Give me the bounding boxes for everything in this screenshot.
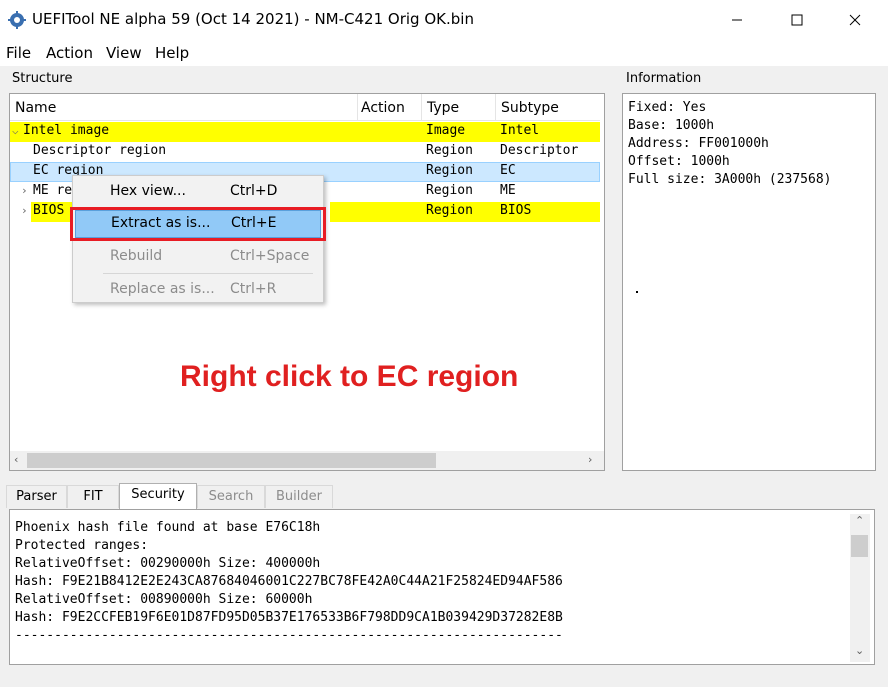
menu-item-shortcut: Ctrl+D	[230, 183, 278, 199]
scrollbar-thumb[interactable]	[27, 453, 436, 468]
info-line: Address: FF001000h	[628, 136, 769, 151]
tree-cell-type: Region	[426, 183, 473, 198]
tree-cell-type: Region	[426, 163, 473, 178]
minimize-button[interactable]	[714, 0, 760, 40]
scroll-down-icon[interactable]: ⌄	[855, 644, 864, 657]
tree-cell-subtype: ME	[500, 183, 516, 198]
column-name[interactable]: Name	[15, 100, 56, 116]
information-panel[interactable]: Fixed: Yes Base: 1000h Address: FF001000…	[622, 93, 876, 471]
tab-search[interactable]: Search	[197, 485, 265, 508]
log-line: Hash: F9E21B8412E2E243CA87684046001C227B…	[15, 574, 563, 589]
scroll-right-icon[interactable]: ›	[588, 453, 592, 466]
text-cursor	[636, 291, 638, 293]
menu-item-rebuild[interactable]: Rebuild Ctrl+Space	[75, 243, 321, 271]
tree-cell-subtype: BIOS	[500, 203, 532, 218]
menu-action[interactable]: Action	[46, 44, 93, 62]
maximize-button[interactable]	[774, 0, 820, 40]
column-subtype[interactable]: Subtype	[501, 100, 559, 116]
menu-item-hex-view[interactable]: Hex view... Ctrl+D	[75, 178, 321, 206]
tree-cell-name: BIOS	[33, 203, 65, 218]
tree-row-intel-image[interactable]: ⌵ Intel image Image Intel	[10, 122, 600, 142]
annotation-text: Right click to EC region	[180, 360, 519, 393]
tree-cell-subtype: Intel	[500, 123, 540, 138]
tree-horizontal-scrollbar[interactable]: ‹ ›	[10, 451, 604, 470]
scroll-left-icon[interactable]: ‹	[14, 453, 18, 466]
app-window: UEFITool NE alpha 59 (Oct 14 2021) - NM-…	[0, 0, 888, 687]
tree-cell-name: ME re	[33, 183, 73, 198]
tree-cell-type: Region	[426, 203, 473, 218]
chevron-down-icon[interactable]: ⌵	[12, 124, 19, 137]
menu-view[interactable]: View	[106, 44, 142, 62]
log-line: RelativeOffset: 00290000h Size: 400000h	[15, 556, 321, 571]
info-line: Full size: 3A000h (237568)	[628, 172, 832, 187]
column-type[interactable]: Type	[427, 100, 459, 116]
tree-cell-type: Region	[426, 143, 473, 158]
minimize-icon	[732, 19, 742, 21]
column-separator[interactable]	[421, 94, 422, 121]
menu-separator	[103, 273, 313, 274]
close-icon	[849, 14, 861, 26]
info-line: Base: 1000h	[628, 118, 715, 133]
log-separator-line: ----------------------------------------…	[15, 628, 563, 643]
menu-item-label: Rebuild	[110, 248, 163, 264]
tree-cell-subtype: Descriptor	[500, 143, 579, 158]
window-title: UEFITool NE alpha 59 (Oct 14 2021) - NM-…	[32, 10, 474, 28]
log-line: RelativeOffset: 00890000h Size: 60000h	[15, 592, 313, 607]
info-line: Fixed: Yes	[628, 100, 707, 115]
menu-file[interactable]: File	[6, 44, 31, 62]
maximize-icon	[791, 14, 803, 26]
security-log-panel[interactable]: Phoenix hash file found at base E76C18h …	[9, 509, 875, 665]
menu-help[interactable]: Help	[155, 44, 189, 62]
log-line: Phoenix hash file found at base E76C18h	[15, 520, 321, 535]
red-highlight-box	[70, 207, 326, 241]
scrollbar-thumb[interactable]	[851, 535, 868, 557]
structure-group-label: Structure	[12, 71, 73, 86]
menu-item-label: Replace as is...	[110, 281, 215, 297]
close-button[interactable]	[832, 0, 878, 40]
tree-header: Name Action Type Subtype	[10, 94, 600, 121]
tab-security[interactable]: Security	[119, 483, 197, 509]
tab-fit[interactable]: FIT	[67, 485, 119, 508]
tree-cell-type: Image	[426, 123, 466, 138]
log-vertical-scrollbar[interactable]: ⌃ ⌄	[850, 514, 870, 662]
column-separator[interactable]	[495, 94, 496, 121]
column-separator[interactable]	[357, 94, 358, 121]
tab-builder[interactable]: Builder	[265, 485, 333, 508]
tree-cell-subtype: EC	[500, 163, 516, 178]
info-line: Offset: 1000h	[628, 154, 730, 169]
tree-cell-name: Intel image	[23, 123, 110, 138]
menu-item-replace-as-is[interactable]: Replace as is... Ctrl+R	[75, 276, 321, 304]
column-action[interactable]: Action	[361, 100, 405, 116]
menu-item-label: Hex view...	[110, 183, 186, 199]
menu-bar: File Action View Help	[0, 40, 888, 66]
tree-row-descriptor-region[interactable]: Descriptor region Region Descriptor	[10, 142, 600, 162]
log-line: Protected ranges:	[15, 538, 149, 553]
menu-item-shortcut: Ctrl+Space	[230, 248, 310, 264]
chevron-right-icon[interactable]: ›	[21, 184, 28, 197]
chevron-right-icon[interactable]: ›	[21, 204, 28, 217]
title-bar[interactable]: UEFITool NE alpha 59 (Oct 14 2021) - NM-…	[0, 0, 888, 40]
scroll-up-icon[interactable]: ⌃	[855, 514, 864, 527]
information-group-label: Information	[626, 71, 702, 86]
tab-parser[interactable]: Parser	[6, 485, 67, 508]
tree-cell-name: Descriptor region	[33, 143, 167, 158]
log-line: Hash: F9E2CCFEB19F6E01D87FD95D05B37E1765…	[15, 610, 563, 625]
menu-item-shortcut: Ctrl+R	[230, 281, 277, 297]
uefitool-gear-icon	[8, 11, 26, 29]
